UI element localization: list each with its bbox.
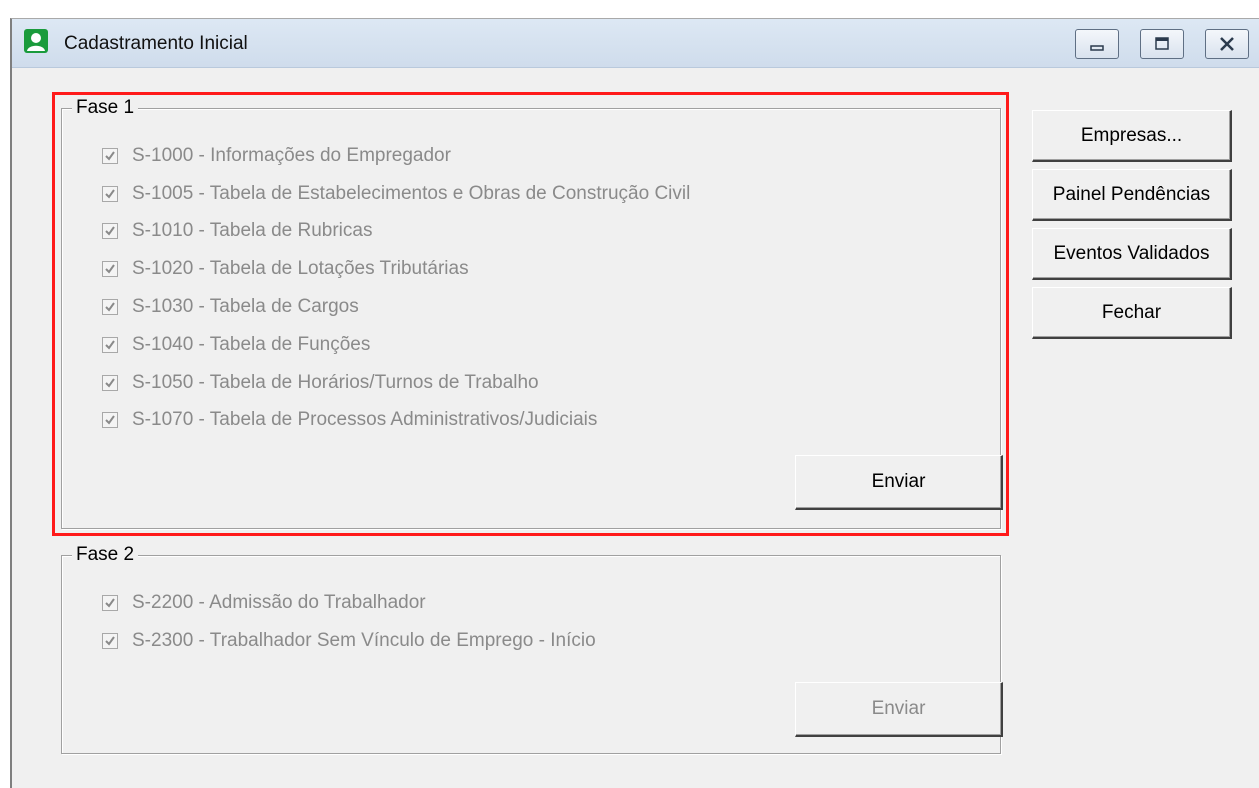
event-checkbox[interactable] [102, 223, 118, 240]
eventos-validados-button[interactable]: Eventos Validados [1032, 228, 1232, 280]
event-s1000[interactable]: S-1000 - Informações do Empregador [102, 137, 690, 175]
event-label: S-1010 - Tabela de Rubricas [132, 220, 373, 242]
event-s1050[interactable]: S-1050 - Tabela de Horários/Turnos de Tr… [102, 364, 690, 402]
event-label: S-1040 - Tabela de Funções [132, 333, 371, 355]
close-button[interactable] [1205, 29, 1249, 59]
window-content: Fase 1 S-1000 - Informações do Empregado… [12, 68, 1259, 788]
title-bar[interactable]: Cadastramento Inicial [12, 19, 1259, 68]
event-checkbox[interactable] [102, 147, 118, 164]
fase1-legend: Fase 1 [72, 97, 139, 119]
event-checkbox[interactable] [102, 412, 118, 429]
event-s2200[interactable]: S-2200 - Admissão do Trabalhador [102, 584, 596, 622]
event-label: S-1030 - Tabela de Cargos [132, 296, 359, 318]
event-checkbox[interactable] [102, 632, 118, 649]
window-title: Cadastramento Inicial [64, 33, 248, 54]
event-s1030[interactable]: S-1030 - Tabela de Cargos [102, 288, 690, 326]
event-label: S-2200 - Admissão do Trabalhador [132, 591, 426, 613]
event-checkbox[interactable] [102, 261, 118, 278]
event-checkbox[interactable] [102, 299, 118, 316]
event-s1005[interactable]: S-1005 - Tabela de Estabelecimentos e Ob… [102, 175, 690, 213]
cadastramento-window: Cadastramento Inicial Fase 1 S-1000 - In… [10, 18, 1259, 788]
painel-pendencias-button[interactable]: Painel Pendências [1032, 169, 1232, 221]
fechar-button[interactable]: Fechar [1032, 287, 1232, 339]
event-label: S-1020 - Tabela de Lotações Tributárias [132, 258, 469, 280]
event-s2300[interactable]: S-2300 - Trabalhador Sem Vínculo de Empr… [102, 622, 596, 660]
event-s1010[interactable]: S-1010 - Tabela de Rubricas [102, 213, 690, 251]
event-label: S-2300 - Trabalhador Sem Vínculo de Empr… [132, 629, 596, 651]
event-checkbox[interactable] [102, 374, 118, 391]
event-checkbox[interactable] [102, 336, 118, 353]
event-s1020[interactable]: S-1020 - Tabela de Lotações Tributárias [102, 250, 690, 288]
fase2-send-button[interactable]: Enviar [795, 682, 1003, 737]
fase1-event-list: S-1000 - Informações do Empregador S-100… [102, 137, 690, 439]
fase1-group: Fase 1 S-1000 - Informações do Empregado… [61, 97, 1003, 529]
event-label: S-1005 - Tabela de Estabelecimentos e Ob… [132, 182, 691, 204]
maximize-button[interactable] [1140, 29, 1184, 59]
fase2-event-list: S-2200 - Admissão do Trabalhador S-2300 … [102, 584, 596, 660]
fase2-group: Fase 2 S-2200 - Admissão do Trabalhador … [61, 544, 1003, 754]
event-label: S-1000 - Informações do Empregador [132, 144, 451, 166]
event-label: S-1070 - Tabela de Processos Administrat… [132, 409, 598, 431]
fase1-send-button[interactable]: Enviar [795, 455, 1003, 510]
event-s1040[interactable]: S-1040 - Tabela de Funções [102, 326, 690, 364]
person-icon [24, 29, 48, 53]
empresas-button[interactable]: Empresas... [1032, 110, 1232, 162]
event-checkbox[interactable] [102, 185, 118, 202]
event-s1070[interactable]: S-1070 - Tabela de Processos Administrat… [102, 402, 690, 440]
minimize-button[interactable] [1075, 29, 1119, 59]
event-checkbox[interactable] [102, 594, 118, 611]
fase2-legend: Fase 2 [72, 544, 139, 566]
event-label: S-1050 - Tabela de Horários/Turnos de Tr… [132, 371, 539, 393]
